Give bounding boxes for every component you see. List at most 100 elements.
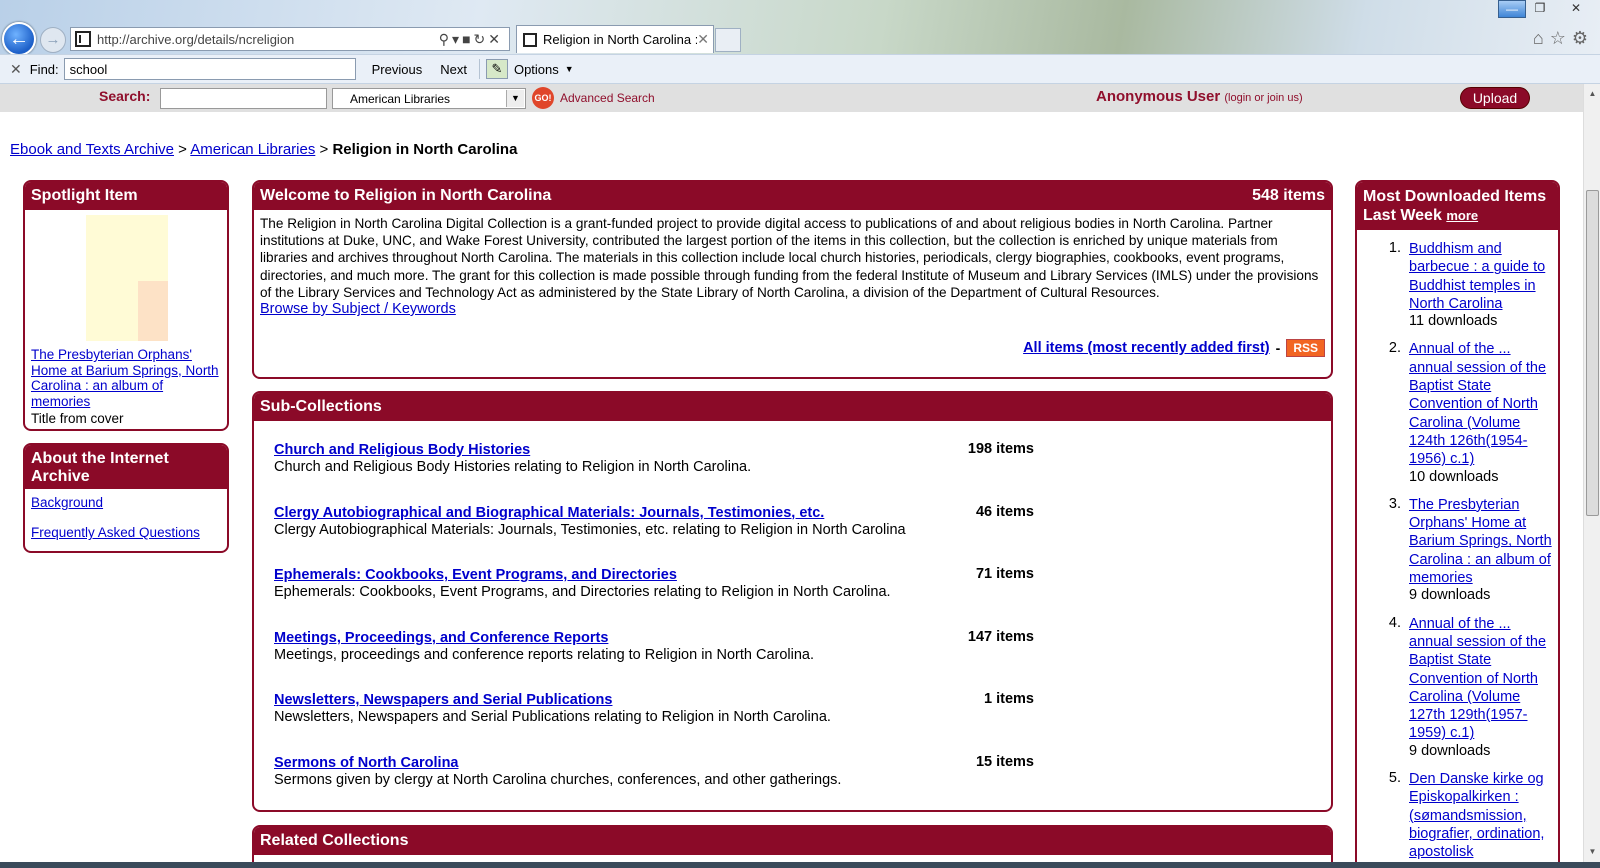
scrollbar-thumb[interactable] <box>1586 190 1599 516</box>
go-button[interactable]: GO! <box>532 87 554 109</box>
breadcrumb-link-american-libraries[interactable]: American Libraries <box>190 141 315 158</box>
most-downloaded-list: 1. Buddhism and barbecue : a guide to Bu… <box>1357 230 1558 868</box>
subcollection-count: 198 items <box>967 441 1034 457</box>
welcome-description: The Religion in North Carolina Digital C… <box>260 216 1319 300</box>
list-item-number: 5. <box>1388 770 1401 787</box>
find-next-button[interactable]: Next <box>436 62 471 77</box>
subcollections-box: Sub-Collections Church and Religious Bod… <box>252 391 1333 812</box>
minimize-button[interactable]: — <box>1498 0 1526 18</box>
rss-feed-button[interactable]: RSS <box>1286 339 1325 357</box>
scroll-up-icon[interactable]: ▲ <box>1584 86 1600 102</box>
subcollections-heading: Sub-Collections <box>254 393 1331 421</box>
find-bar: ✕ Find: Previous Next ✎ Options ▼ <box>0 54 1600 84</box>
download-count: 9 downloads <box>1409 587 1491 604</box>
find-close-icon[interactable]: ✕ <box>10 61 22 78</box>
upload-button[interactable]: Upload <box>1460 87 1530 109</box>
search-input[interactable] <box>160 88 327 109</box>
breadcrumb-separator: > <box>178 141 187 158</box>
subcollection-link[interactable]: Clergy Autobiographical and Biographical… <box>274 505 824 521</box>
home-icon[interactable]: ⌂ <box>1533 28 1550 48</box>
list-item-number: 1. <box>1388 240 1401 256</box>
list-item: 4. Annual of the ... annual session of t… <box>1357 615 1558 760</box>
subcollection-link[interactable]: Meetings, Proceedings, and Conference Re… <box>274 630 608 646</box>
new-tab-button[interactable] <box>715 28 741 52</box>
find-divider <box>478 59 480 79</box>
download-count: 10 downloads <box>1409 468 1499 485</box>
spotlight-heading: Spotlight Item <box>25 182 227 210</box>
address-url[interactable]: http://archive.org/details/ncreligion <box>97 32 439 47</box>
subcollection-count: 1 items <box>984 691 1034 708</box>
breadcrumb-link-ebooks[interactable]: Ebook and Texts Archive <box>10 141 174 158</box>
subcollection-item: Clergy Autobiographical and Biographical… <box>274 504 1331 567</box>
welcome-box: Welcome to Religion in North Carolina 54… <box>252 180 1333 379</box>
most-downloaded-header: Most Downloaded Items Last Week more <box>1357 182 1558 230</box>
find-previous-button[interactable]: Previous <box>368 62 427 77</box>
download-count: 11 downloads <box>1409 313 1498 330</box>
breadcrumb-separator: > <box>319 141 329 158</box>
forward-button[interactable]: → <box>40 27 66 53</box>
advanced-search-link[interactable]: Advanced Search <box>560 91 655 105</box>
spotlight-item-link[interactable]: The Presbyterian Orphans' Home at Barium… <box>31 347 221 409</box>
favorites-star-icon[interactable]: ☆ <box>1550 28 1572 48</box>
spotlight-cover-image[interactable] <box>86 215 168 341</box>
list-item: 5. Den Danske kirke og Episkopalkirken :… <box>1357 770 1558 868</box>
download-item-link[interactable]: Den Danske kirke og Episkopalkirken : (s… <box>1409 771 1544 868</box>
breadcrumb: Ebook and Texts Archive > American Libra… <box>10 141 517 158</box>
spotlight-description: Title from cover <box>31 411 124 426</box>
subcollection-item: Newsletters, Newspapers and Serial Publi… <box>274 691 1331 754</box>
list-item-number: 3. <box>1388 495 1401 512</box>
tab-close-icon[interactable]: ✕ <box>697 31 709 48</box>
back-button[interactable]: ← <box>2 22 36 56</box>
welcome-body: The Religion in North Carolina Digital C… <box>254 210 1331 318</box>
subcollection-item: Ephemerals: Cookbooks, Event Programs, a… <box>274 566 1331 629</box>
find-input[interactable] <box>63 58 356 80</box>
window-controls: — ❐ ✕ <box>1498 0 1598 18</box>
scroll-down-icon[interactable]: ▼ <box>1584 844 1600 860</box>
related-heading: Related Collections <box>254 827 1331 855</box>
subcollection-item: Meetings, Proceedings, and Conference Re… <box>274 629 1331 692</box>
browser-toolbar-icons: ⌂☆⚙ <box>1533 28 1594 49</box>
browser-tab[interactable]: Religion in North Carolina : ... ✕ <box>516 25 714 53</box>
more-link[interactable]: more <box>1446 208 1478 223</box>
list-item: 1. Buddhism and barbecue : a guide to Bu… <box>1357 240 1558 330</box>
restore-button[interactable]: ❐ <box>1526 0 1554 18</box>
user-name: Anonymous User <box>1096 88 1221 105</box>
select-chevron-down-icon[interactable]: ▼ <box>506 90 524 107</box>
welcome-header: Welcome to Religion in North Carolina 54… <box>254 182 1331 210</box>
download-item-link[interactable]: Annual of the ... annual session of the … <box>1409 341 1546 467</box>
subcollection-link[interactable]: Newsletters, Newspapers and Serial Publi… <box>274 692 612 708</box>
tools-gear-icon[interactable]: ⚙ <box>1572 28 1594 48</box>
page-scrollbar[interactable]: ▲ ▼ <box>1583 84 1600 868</box>
login-link[interactable]: (login or join us) <box>1224 92 1302 104</box>
all-items-dash: - <box>1275 340 1281 356</box>
user-status: Anonymous User (login or join us) <box>1096 88 1303 105</box>
list-item: 3. The Presbyterian Orphans' Home at Bar… <box>1357 496 1558 605</box>
subcollection-item: Church and Religious Body Histories Chur… <box>274 441 1331 504</box>
subcollection-link[interactable]: Church and Religious Body Histories <box>274 442 530 458</box>
subcollections-list: Church and Religious Body Histories Chur… <box>254 421 1331 810</box>
about-link-faq[interactable]: Frequently Asked Questions <box>31 525 221 540</box>
about-link-background[interactable]: Background <box>31 495 221 510</box>
find-options-button[interactable]: Options <box>514 62 559 77</box>
subcollection-description: Meetings, proceedings and conference rep… <box>274 646 815 663</box>
all-items-link[interactable]: All items (most recently added first) <box>1023 340 1270 356</box>
list-item-number: 2. <box>1388 340 1401 357</box>
address-actions-icons[interactable]: ⚲▾■↻✕ <box>439 31 509 48</box>
subcollection-description: Clergy Autobiographical Materials: Journ… <box>274 521 906 538</box>
download-item-link[interactable]: Annual of the ... annual session of the … <box>1409 616 1546 742</box>
os-taskbar <box>0 862 1600 868</box>
subcollection-link[interactable]: Sermons of North Carolina <box>274 755 459 771</box>
address-bar[interactable]: http://archive.org/details/ncreligion ⚲▾… <box>70 27 510 51</box>
chevron-down-icon[interactable]: ▼ <box>565 64 574 74</box>
welcome-item-count: 548 items <box>1252 187 1325 204</box>
collection-select[interactable]: American Libraries ▼ <box>332 88 526 109</box>
site-search-bar: Search: American Libraries ▼ GO! Advance… <box>0 84 1583 112</box>
subcollection-link[interactable]: Ephemerals: Cookbooks, Event Programs, a… <box>274 567 677 583</box>
all-items-row: All items (most recently added first) - … <box>1023 339 1325 357</box>
close-window-button[interactable]: ✕ <box>1554 0 1598 18</box>
download-item-link[interactable]: Buddhism and barbecue : a guide to Buddh… <box>1409 241 1545 312</box>
browse-by-subject-link[interactable]: Browse by Subject / Keywords <box>260 301 1325 318</box>
collection-select-value: American Libraries <box>350 92 451 106</box>
highlight-pencil-icon[interactable]: ✎ <box>485 59 508 79</box>
download-item-link[interactable]: The Presbyterian Orphans' Home at Barium… <box>1409 497 1552 586</box>
